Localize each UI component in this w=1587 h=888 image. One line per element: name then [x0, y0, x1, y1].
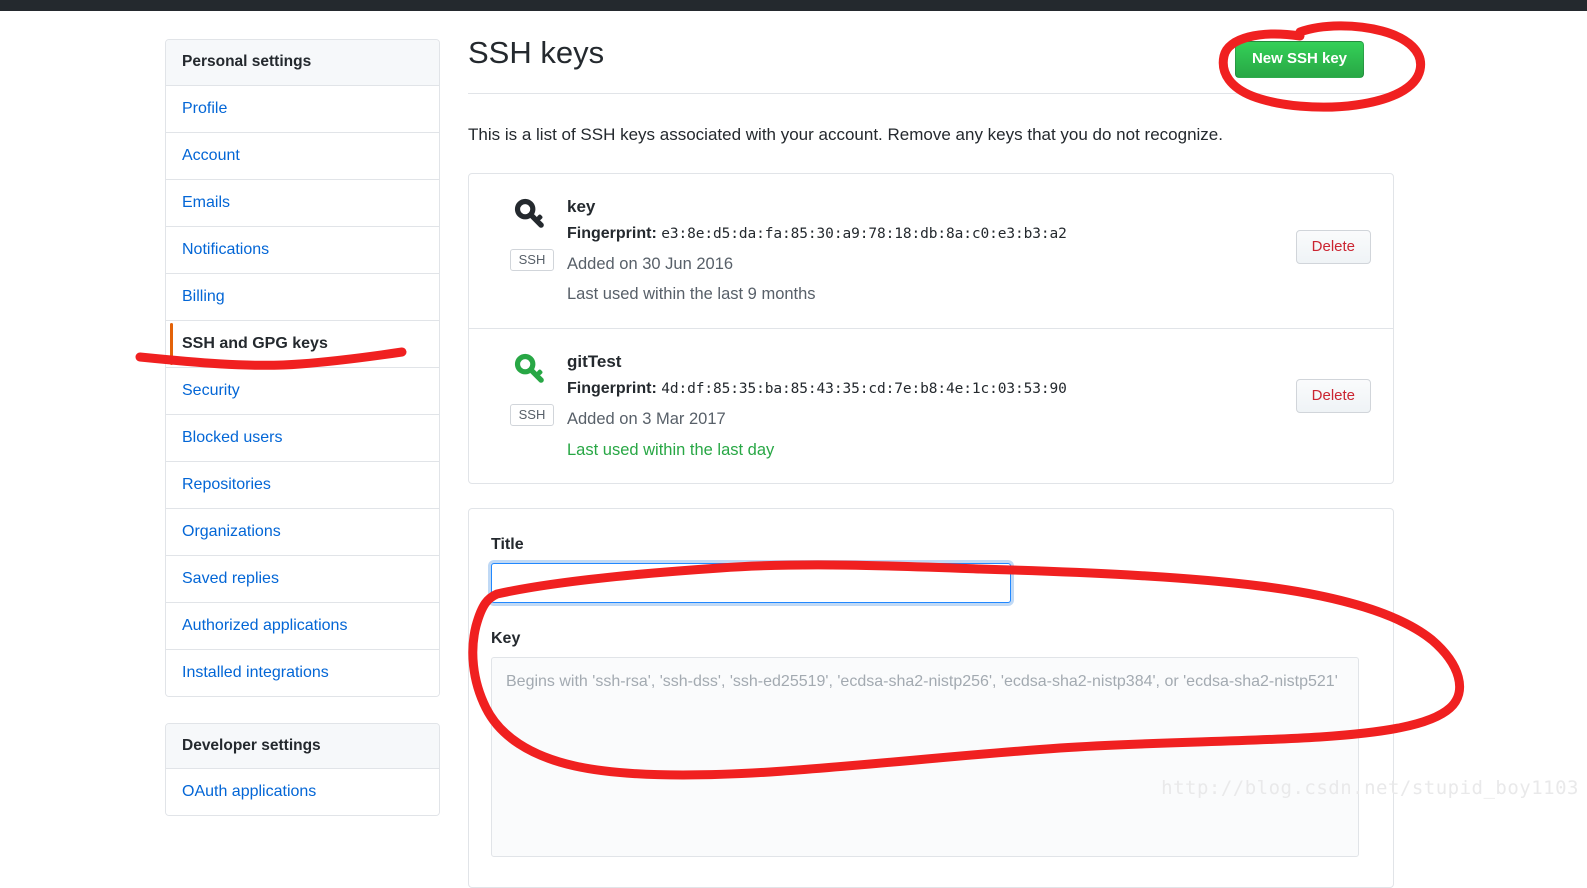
key-last-used: Last used within the last day	[567, 440, 775, 459]
sidebar-item-account[interactable]: Account	[166, 132, 439, 180]
key-input[interactable]	[491, 657, 1359, 858]
fingerprint-label: Fingerprint:	[567, 225, 657, 243]
sidebar-item-label: OAuth applications	[182, 783, 317, 801]
settings-sidebar: Personal settings Profile Account Emails…	[165, 39, 440, 842]
title-field-label: Title	[491, 535, 524, 553]
sidebar-item-label: Account	[182, 146, 240, 164]
key-icon	[512, 351, 552, 396]
settings-page: Personal settings Profile Account Emails…	[0, 11, 1587, 888]
key-fingerprint-line: Fingerprint: 4d:df:85:35:ba:85:43:35:cd:…	[567, 377, 1373, 402]
key-last-used: Last used within the last 9 months	[567, 285, 816, 304]
key-title: gitTest	[567, 351, 622, 371]
sidebar-item-security[interactable]: Security	[166, 367, 439, 415]
sidebar-item-ssh-and-gpg-keys[interactable]: SSH and GPG keys	[166, 320, 439, 368]
main-content: SSH keys New SSH key This is a list of S…	[468, 33, 1398, 888]
fingerprint-value: e3:8e:d5:da:fa:85:30:a9:78:18:db:8a:c0:e…	[661, 226, 1067, 243]
delete-key-button[interactable]: Delete	[1295, 229, 1371, 264]
key-details: key Fingerprint: e3:8e:d5:da:fa:85:30:a9…	[567, 192, 1373, 308]
sidebar-item-label: Profile	[182, 99, 228, 117]
sidebar-item-label: Installed integrations	[182, 663, 329, 681]
key-icon-column: SSH	[497, 347, 567, 463]
sidebar-item-label: Security	[182, 381, 240, 399]
sidebar-item-label: Saved replies	[182, 569, 279, 587]
sidebar-item-label: Billing	[182, 287, 225, 305]
key-details: gitTest Fingerprint: 4d:df:85:35:ba:85:4…	[567, 347, 1373, 463]
sidebar-item-emails[interactable]: Emails	[166, 179, 439, 227]
key-icon	[512, 196, 552, 241]
watermark-text: http://blog.csdn.net/stupid_boy1103	[1161, 777, 1579, 799]
developer-settings-nav: Developer settings OAuth applications	[165, 722, 440, 817]
new-ssh-key-form: Title Key	[468, 507, 1394, 888]
sidebar-item-blocked-users[interactable]: Blocked users	[166, 414, 439, 462]
global-top-bar	[0, 0, 1587, 11]
key-type-badge: SSH	[509, 248, 555, 272]
sidebar-item-label: Emails	[182, 193, 231, 211]
sidebar-item-profile[interactable]: Profile	[166, 85, 439, 133]
ssh-key-row: SSH gitTest Fingerprint: 4d:df:85:35:ba:…	[469, 329, 1393, 483]
key-added-date: Added on 3 Mar 2017	[567, 410, 726, 429]
sidebar-item-label: Repositories	[182, 475, 271, 493]
title-input[interactable]	[491, 563, 1011, 604]
sidebar-item-saved-replies[interactable]: Saved replies	[166, 555, 439, 603]
fingerprint-label: Fingerprint:	[567, 380, 657, 398]
key-fingerprint-line: Fingerprint: e3:8e:d5:da:fa:85:30:a9:78:…	[567, 222, 1373, 247]
developer-settings-heading: Developer settings	[166, 723, 439, 770]
key-type-badge: SSH	[509, 403, 555, 427]
new-ssh-key-button[interactable]: New SSH key	[1234, 41, 1364, 78]
sidebar-item-installed-integrations[interactable]: Installed integrations	[166, 649, 439, 696]
key-added-date: Added on 30 Jun 2016	[567, 255, 734, 274]
key-title: key	[567, 196, 596, 216]
sidebar-item-label: Notifications	[182, 240, 270, 258]
personal-settings-heading: Personal settings	[166, 40, 439, 86]
sidebar-item-billing[interactable]: Billing	[166, 273, 439, 321]
ssh-keys-list: SSH key Fingerprint: e3:8e:d5:da:fa:85:3…	[468, 172, 1394, 484]
page-header: SSH keys New SSH key	[468, 33, 1398, 94]
sidebar-item-label: SSH and GPG keys	[182, 334, 328, 352]
fingerprint-value: 4d:df:85:35:ba:85:43:35:cd:7e:b8:4e:1c:0…	[661, 381, 1067, 398]
key-field-label: Key	[491, 630, 521, 648]
delete-key-button[interactable]: Delete	[1295, 378, 1371, 413]
personal-settings-nav: Personal settings Profile Account Emails…	[165, 39, 440, 697]
key-icon-column: SSH	[497, 192, 567, 308]
intro-text: This is a list of SSH keys associated wi…	[468, 125, 1223, 144]
sidebar-item-authorized-applications[interactable]: Authorized applications	[166, 602, 439, 650]
sidebar-item-organizations[interactable]: Organizations	[166, 508, 439, 556]
sidebar-item-notifications[interactable]: Notifications	[166, 226, 439, 274]
sidebar-item-oauth-applications[interactable]: OAuth applications	[166, 769, 439, 816]
sidebar-item-label: Authorized applications	[182, 616, 348, 634]
sidebar-item-label: Blocked users	[182, 428, 283, 446]
sidebar-item-label: Organizations	[182, 522, 281, 540]
ssh-key-row: SSH key Fingerprint: e3:8e:d5:da:fa:85:3…	[469, 174, 1393, 329]
sidebar-item-repositories[interactable]: Repositories	[166, 461, 439, 509]
